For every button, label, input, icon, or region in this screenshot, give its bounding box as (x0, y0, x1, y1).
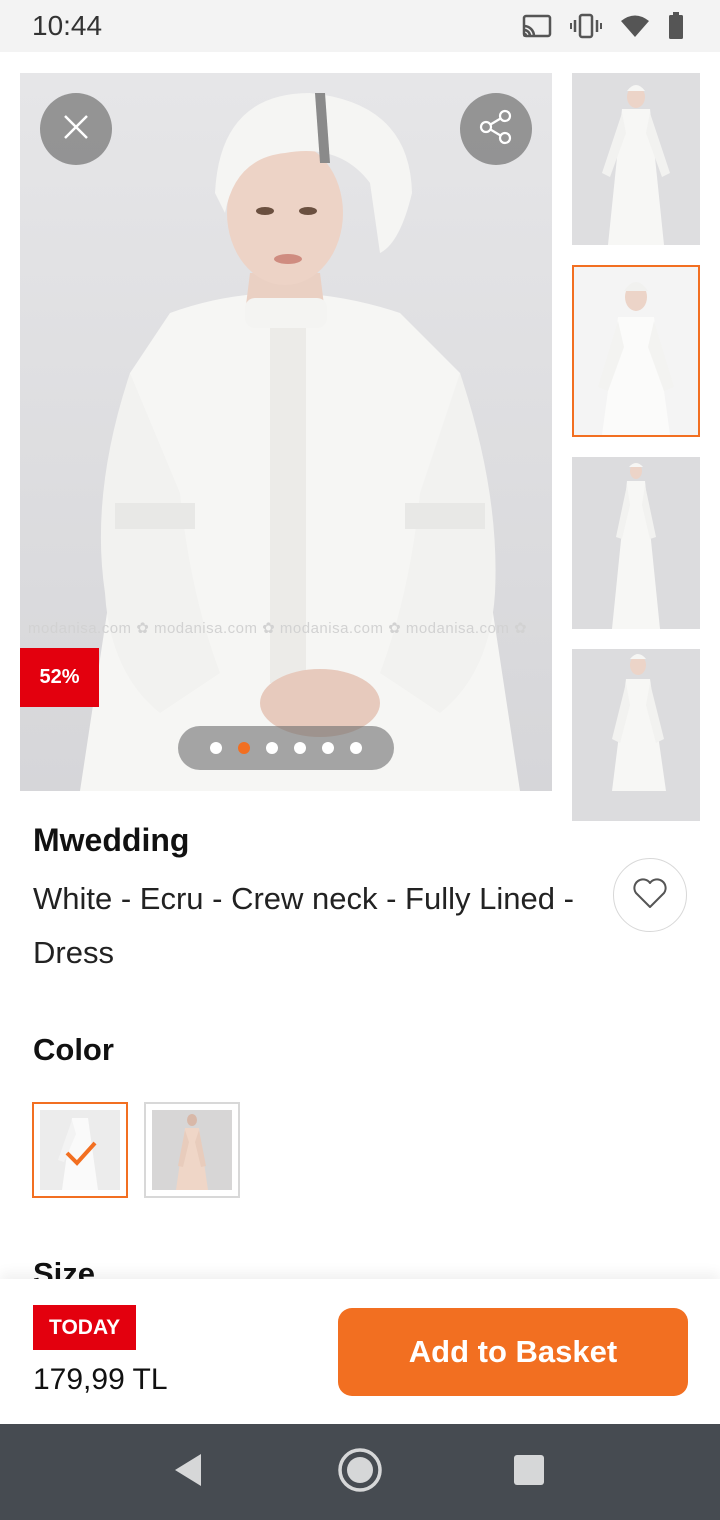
vibrate-icon (570, 13, 602, 39)
status-time: 10:44 (32, 10, 103, 41)
product-title: White - Ecru - Crew neck - Fully Lined -… (33, 881, 574, 970)
product-photo (20, 73, 552, 791)
pager-dot[interactable] (266, 742, 278, 754)
battery-icon (668, 12, 684, 40)
brand-name[interactable]: Mwedding (33, 822, 189, 859)
price: 179,99 TL (33, 1363, 168, 1396)
color-option-white-selected[interactable] (32, 1102, 128, 1198)
pager-dot[interactable] (322, 742, 334, 754)
pager-dot[interactable] (350, 742, 362, 754)
today-badge: TODAY (33, 1305, 137, 1350)
cast-icon (522, 14, 552, 38)
thumbnail-3[interactable] (572, 457, 700, 629)
color-option-powder[interactable] (144, 1102, 240, 1198)
share-button[interactable] (460, 93, 532, 165)
pager-dot[interactable] (294, 742, 306, 754)
close-icon (62, 113, 90, 146)
check-icon (64, 1140, 98, 1171)
status-icons (522, 12, 684, 40)
discount-badge: 52% (20, 648, 99, 707)
recents-button[interactable] (505, 1448, 553, 1496)
watermark: modanisa.com ✿ modanisa.com ✿ modanisa.c… (28, 620, 528, 637)
pager-dot-active[interactable] (238, 742, 250, 754)
back-button[interactable] (164, 1448, 212, 1496)
pager-dot[interactable] (210, 742, 222, 754)
recents-square-icon (513, 1454, 545, 1491)
add-to-basket-button[interactable]: Add to Basket (338, 1308, 688, 1396)
color-section-label: Color (33, 1032, 114, 1067)
system-navigation-bar (0, 1424, 720, 1520)
share-icon (478, 109, 514, 150)
thumbnail-1[interactable] (572, 73, 700, 245)
size-section-label: Size (33, 1256, 96, 1280)
heart-icon (632, 877, 668, 914)
close-button[interactable] (40, 93, 112, 165)
thumbnail-4[interactable] (572, 649, 700, 821)
status-bar: 10:44 (0, 0, 720, 52)
image-pager-dots[interactable] (178, 726, 394, 770)
main-product-image[interactable]: modanisa.com ✿ modanisa.com ✿ modanisa.c… (20, 73, 552, 791)
favorite-button[interactable] (613, 858, 687, 932)
bottom-action-bar: TODAY 179,99 TL Add to Basket (0, 1279, 720, 1424)
home-button[interactable] (336, 1446, 384, 1499)
thumbnail-2-selected[interactable] (572, 265, 700, 437)
back-triangle-icon (171, 1452, 205, 1493)
home-circle-icon (336, 1446, 384, 1499)
wifi-icon (620, 14, 650, 38)
